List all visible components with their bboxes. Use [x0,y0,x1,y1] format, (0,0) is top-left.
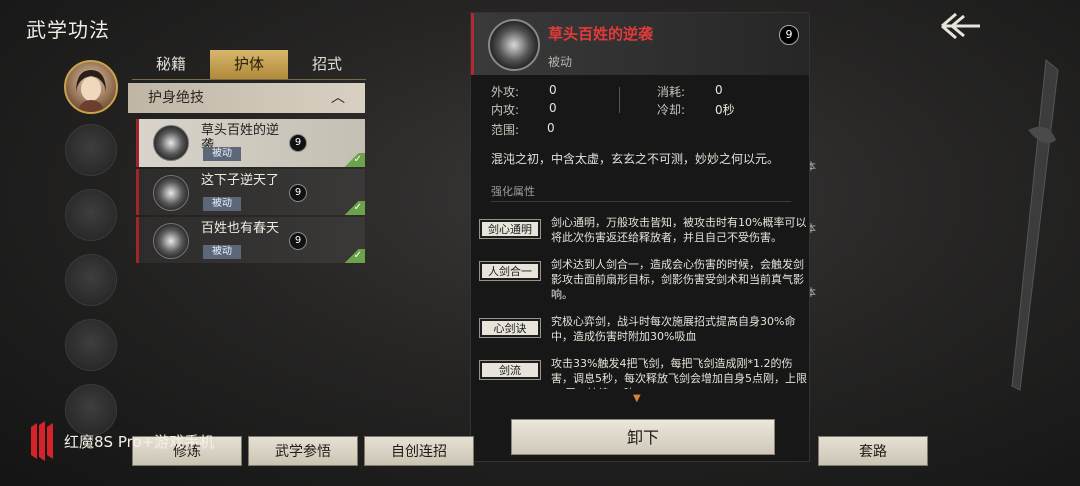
stat-label: 冷却: [657,103,686,117]
stat-value: 0 [549,83,557,97]
detail-skill-type: 被动 [548,55,573,69]
skill-type-badge: 被动 [203,147,241,161]
category-tabs: 秘籍 护体 招式 [132,50,366,80]
skill-item[interactable]: 百姓也有春天 被动 9 ✓ [136,217,365,263]
stat-value: 0秒 [715,103,735,117]
attribute-item: 剑心通明 剑心通明，万般攻击皆知，被攻击时有10%概率可以将此次伤害返还给释放者… [479,215,809,245]
detail-header: 草头百姓的逆袭 被动 9 [471,13,809,75]
equipped-check-icon: ✓ [339,201,365,215]
stat-divider [619,87,620,113]
device-watermark: 红魔8S Pro+游戏手机 [28,420,214,462]
avatar-slot-empty[interactable] [65,319,117,371]
attribute-item: 心剑诀 究极心弈剑，战斗时每次施展招式提高自身30%命中，造成伤害时附加30%吸… [479,314,809,344]
section-header-protection-skills[interactable]: 护身绝技 ︿ [128,83,365,113]
avatar-slot-empty[interactable] [65,254,117,306]
skill-level-badge: 9 [289,184,307,202]
enhance-header: 强化属性 [491,185,535,198]
back-arrow-icon[interactable] [938,10,982,42]
attribute-tag: 人剑合一 [479,261,541,281]
skill-type-badge: 被动 [203,245,241,259]
equipped-check-icon: ✓ [339,153,365,167]
avatar-slot-empty[interactable] [65,124,117,176]
attribute-text: 究极心弈剑，战斗时每次施展招式提高自身30%命中，造成伤害时附加30%吸血 [551,315,796,343]
skill-type-badge: 被动 [203,197,241,211]
enhance-divider [491,201,791,202]
collapse-caret-icon: ︿ [331,90,345,106]
attribute-tag: 心剑诀 [479,318,541,338]
attribute-text: 剑术达到人剑合一，造成会心伤害的时候，会触发剑影攻击面前扇形目标，剑影伤害受剑术… [551,258,804,301]
skill-name: 这下子逆天了 [201,173,280,188]
stat-value: 0 [547,121,555,135]
skill-name: 百姓也有春天 [201,221,280,236]
attribute-tag: 剑流 [479,360,541,380]
enhance-attribute-list[interactable]: 剑心通明 剑心通明，万般攻击皆知，被攻击时有10%概率可以将此次伤害返还给释放者… [479,215,809,389]
skill-list: 草头百姓的逆袭 被动 9 ✓ 这下子逆天了 被动 9 ✓ 百姓也有春天 被动 9… [136,119,365,265]
scroll-down-icon[interactable]: ▼ [633,393,641,404]
tab-moves[interactable]: 招式 [288,50,366,79]
skill-emblem-icon [153,223,189,259]
detail-level-badge: 9 [779,25,799,45]
page-title: 武学功法 [26,18,110,42]
skill-emblem-icon [153,125,189,161]
tab-body-protection[interactable]: 护体 [210,50,288,79]
character-avatar[interactable] [64,60,118,114]
attribute-item: 人剑合一 剑术达到人剑合一，造成会心伤害的时候，会触发剑影攻击面前扇形目标，剑影… [479,257,809,302]
unequip-button[interactable]: 卸下 [511,419,775,455]
attribute-item: 剑流 攻击33%触发4把飞剑，每把飞剑造成刚*1.2的伤害，调息5秒，每次释放飞… [479,356,809,389]
attribute-tag: 剑心通明 [479,219,541,239]
routine-button[interactable]: 套路 [818,436,928,466]
tab-secret-books[interactable]: 秘籍 [132,50,210,79]
skill-level-badge: 9 [289,134,307,152]
skill-item[interactable]: 草头百姓的逆袭 被动 9 ✓ [136,119,365,167]
attribute-text: 攻击33%触发4把飞剑，每把飞剑造成刚*1.2的伤害，调息5秒，每次释放飞剑会增… [551,357,807,389]
stat-value: 0 [549,101,557,115]
red-magic-logo-icon [31,421,53,461]
character-avatar-column [64,60,120,449]
skill-emblem-icon [153,175,189,211]
skill-detail-panel: 草头百姓的逆袭 被动 9 外攻: 0 内攻: 0 范围: 0 消耗: 0 冷却: 0秒 混… [470,12,810,462]
skill-description: 混沌之初，中含太虚，玄玄之不可测，妙妙之何以元。 [491,152,780,166]
detail-skill-title: 草头百姓的逆袭 [548,25,654,43]
stat-label: 内攻: [491,103,520,117]
skill-item[interactable]: 这下子逆天了 被动 9 ✓ [136,169,365,215]
skill-emblem-icon [488,19,540,71]
sword-decoration-icon [998,50,1068,400]
equipped-check-icon: ✓ [339,249,365,263]
comprehend-button[interactable]: 武学参悟 [248,436,358,466]
avatar-slot-empty[interactable] [65,189,117,241]
stat-label: 范围: [491,123,520,137]
watermark-text: 红魔8S Pro+游戏手机 [64,432,215,451]
custom-combo-button[interactable]: 自创连招 [364,436,474,466]
skill-level-badge: 9 [289,232,307,250]
section-title: 护身绝技 [148,90,204,106]
stat-value: 0 [715,83,723,97]
attribute-text: 剑心通明，万般攻击皆知，被攻击时有10%概率可以将此次伤害返还给释放者，并且自己… [551,216,807,244]
stat-label: 外攻: [491,85,520,99]
stat-label: 消耗: [657,85,686,99]
